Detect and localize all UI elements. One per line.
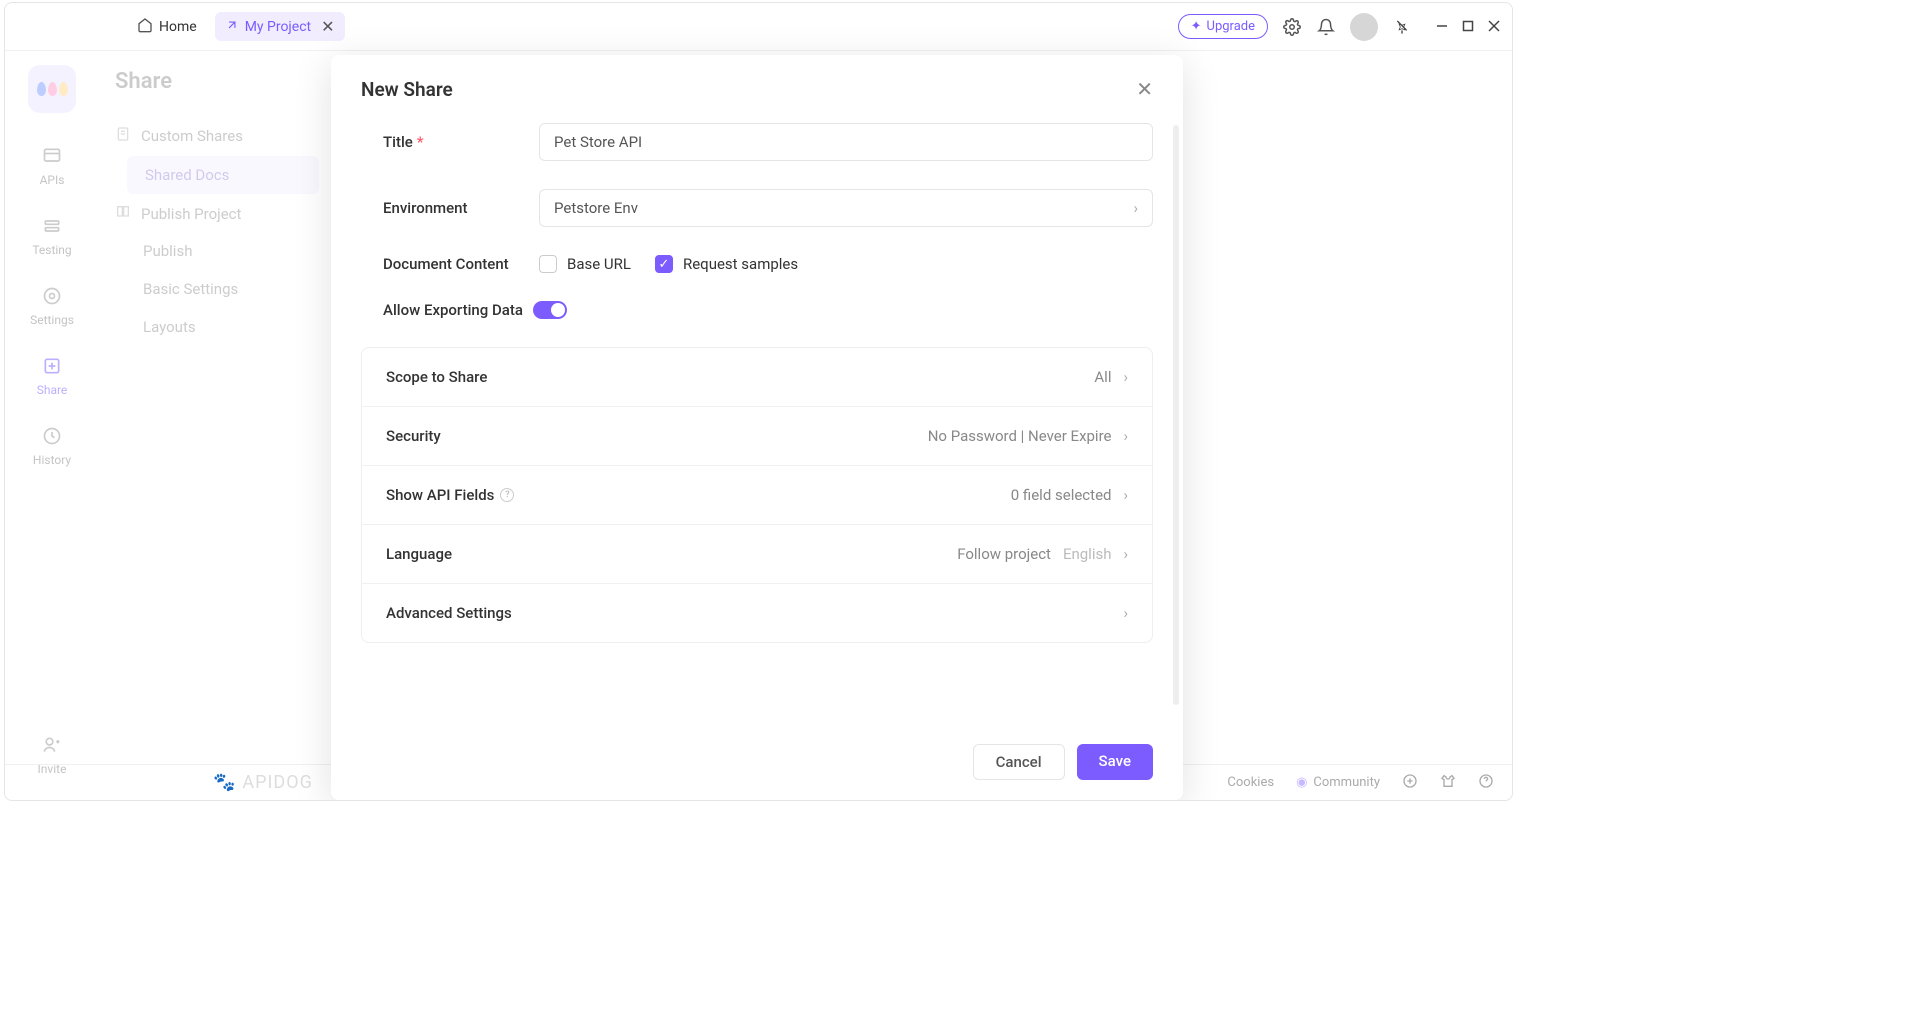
community-label: Community xyxy=(1313,775,1380,790)
api-fields-setting[interactable]: Show API Fields? 0 field selected› xyxy=(362,466,1152,525)
project-tab-label: My Project xyxy=(245,19,311,35)
rail-settings-icon xyxy=(41,285,63,307)
checkbox-checked-icon: ✓ xyxy=(655,255,673,273)
rail-share-label: Share xyxy=(37,383,68,397)
document-content-label: Document Content xyxy=(383,255,539,273)
share-icon xyxy=(41,355,63,377)
chevron-right-icon: › xyxy=(1123,486,1128,504)
history-icon xyxy=(41,425,63,447)
rail-settings[interactable]: Settings xyxy=(30,285,74,327)
environment-select[interactable]: Petstore Env › xyxy=(539,189,1153,227)
app-logo[interactable] xyxy=(28,65,76,113)
rail-testing-label: Testing xyxy=(32,243,71,257)
shirt-icon[interactable] xyxy=(1440,773,1456,793)
brand-watermark: 🐾 APIDOG xyxy=(213,772,313,793)
chevron-right-icon: › xyxy=(1123,545,1128,563)
testing-icon xyxy=(41,215,63,237)
titlebar: Home My Project ✕ ✦ Upgrade xyxy=(5,3,1512,51)
side-layouts[interactable]: Layouts xyxy=(99,308,329,346)
close-window-icon[interactable] xyxy=(1488,17,1500,36)
modal-title: New Share xyxy=(361,78,453,101)
minimize-icon[interactable] xyxy=(1436,17,1448,36)
side-shared-docs-label: Shared Docs xyxy=(145,166,229,184)
help-icon: ? xyxy=(500,488,514,502)
paw-icon: 🐾 xyxy=(213,772,236,793)
rail-history-label: History xyxy=(33,453,71,467)
cancel-button[interactable]: Cancel xyxy=(973,744,1065,780)
app-window: Home My Project ✕ ✦ Upgrade xyxy=(4,2,1513,801)
avatar[interactable] xyxy=(1350,13,1378,41)
modal-close-button[interactable]: ✕ xyxy=(1136,77,1153,101)
apis-icon xyxy=(41,145,63,167)
rail-share[interactable]: Share xyxy=(37,355,68,397)
plus-circle-icon[interactable] xyxy=(1402,773,1418,793)
book-icon xyxy=(115,204,131,224)
language-setting[interactable]: Language Follow projectEnglish› xyxy=(362,525,1152,584)
rail-apis[interactable]: APIs xyxy=(40,145,65,187)
allow-export-label: Allow Exporting Data xyxy=(383,301,523,319)
chevron-right-icon: › xyxy=(1123,604,1128,622)
settings-icon[interactable] xyxy=(1282,17,1302,37)
side-publish-project[interactable]: Publish Project xyxy=(99,196,329,232)
pin-icon[interactable] xyxy=(1392,17,1412,37)
upgrade-button[interactable]: ✦ Upgrade xyxy=(1178,14,1268,39)
side-publish[interactable]: Publish xyxy=(99,232,329,270)
rail-testing[interactable]: Testing xyxy=(32,215,71,257)
security-setting[interactable]: Security No Password | Never Expire› xyxy=(362,407,1152,466)
side-shared-docs[interactable]: Shared Docs xyxy=(127,156,319,194)
side-custom-shares[interactable]: Custom Shares xyxy=(99,118,329,154)
title-input[interactable]: Pet Store API xyxy=(539,123,1153,161)
side-publish-project-label: Publish Project xyxy=(141,205,241,223)
rail-history[interactable]: History xyxy=(33,425,71,467)
left-rail: APIs Testing Settings Share History Invi… xyxy=(5,51,99,800)
title-label: Title* xyxy=(383,133,539,151)
environment-label: Environment xyxy=(383,199,539,217)
base-url-checkbox[interactable]: Base URL xyxy=(539,255,631,273)
maximize-icon[interactable] xyxy=(1462,17,1474,36)
chevron-right-icon: › xyxy=(1123,368,1128,386)
doc-icon xyxy=(115,126,131,146)
allow-export-toggle[interactable] xyxy=(533,301,567,319)
sparkle-icon: ✦ xyxy=(1191,19,1202,34)
close-tab-icon[interactable]: ✕ xyxy=(321,17,334,36)
invite-icon xyxy=(41,734,63,756)
modal-scrollbar[interactable] xyxy=(1173,125,1179,705)
home-icon xyxy=(137,17,153,37)
community-link[interactable]: ◉ Community xyxy=(1296,775,1380,790)
rail-apis-label: APIs xyxy=(40,173,65,187)
rail-settings-label: Settings xyxy=(30,313,74,327)
settings-list: Scope to Share All› Security No Password… xyxy=(361,347,1153,643)
external-icon xyxy=(225,18,239,36)
cookies-label: Cookies xyxy=(1227,775,1274,790)
save-button[interactable]: Save xyxy=(1077,744,1153,780)
chevron-right-icon: › xyxy=(1123,427,1128,445)
cookies-link[interactable]: Cookies xyxy=(1227,775,1274,790)
side-panel: Share Custom Shares Shared Docs Publish … xyxy=(99,51,329,800)
help-icon[interactable] xyxy=(1478,773,1494,793)
chevron-right-icon: › xyxy=(1133,199,1138,217)
side-basic-settings[interactable]: Basic Settings xyxy=(99,270,329,308)
project-tab[interactable]: My Project ✕ xyxy=(215,12,345,41)
request-samples-checkbox[interactable]: ✓ Request samples xyxy=(655,255,798,273)
side-custom-shares-label: Custom Shares xyxy=(141,127,243,145)
bell-icon[interactable] xyxy=(1316,17,1336,37)
advanced-setting[interactable]: Advanced Settings › xyxy=(362,584,1152,642)
checkbox-unchecked-icon xyxy=(539,255,557,273)
home-tab[interactable]: Home xyxy=(127,13,207,41)
discord-icon: ◉ xyxy=(1296,775,1307,790)
scope-setting[interactable]: Scope to Share All› xyxy=(362,348,1152,407)
home-tab-label: Home xyxy=(159,19,197,35)
new-share-modal: New Share ✕ Title* Pet Store API Environ… xyxy=(331,55,1183,800)
side-title: Share xyxy=(99,69,329,94)
upgrade-label: Upgrade xyxy=(1207,19,1255,34)
